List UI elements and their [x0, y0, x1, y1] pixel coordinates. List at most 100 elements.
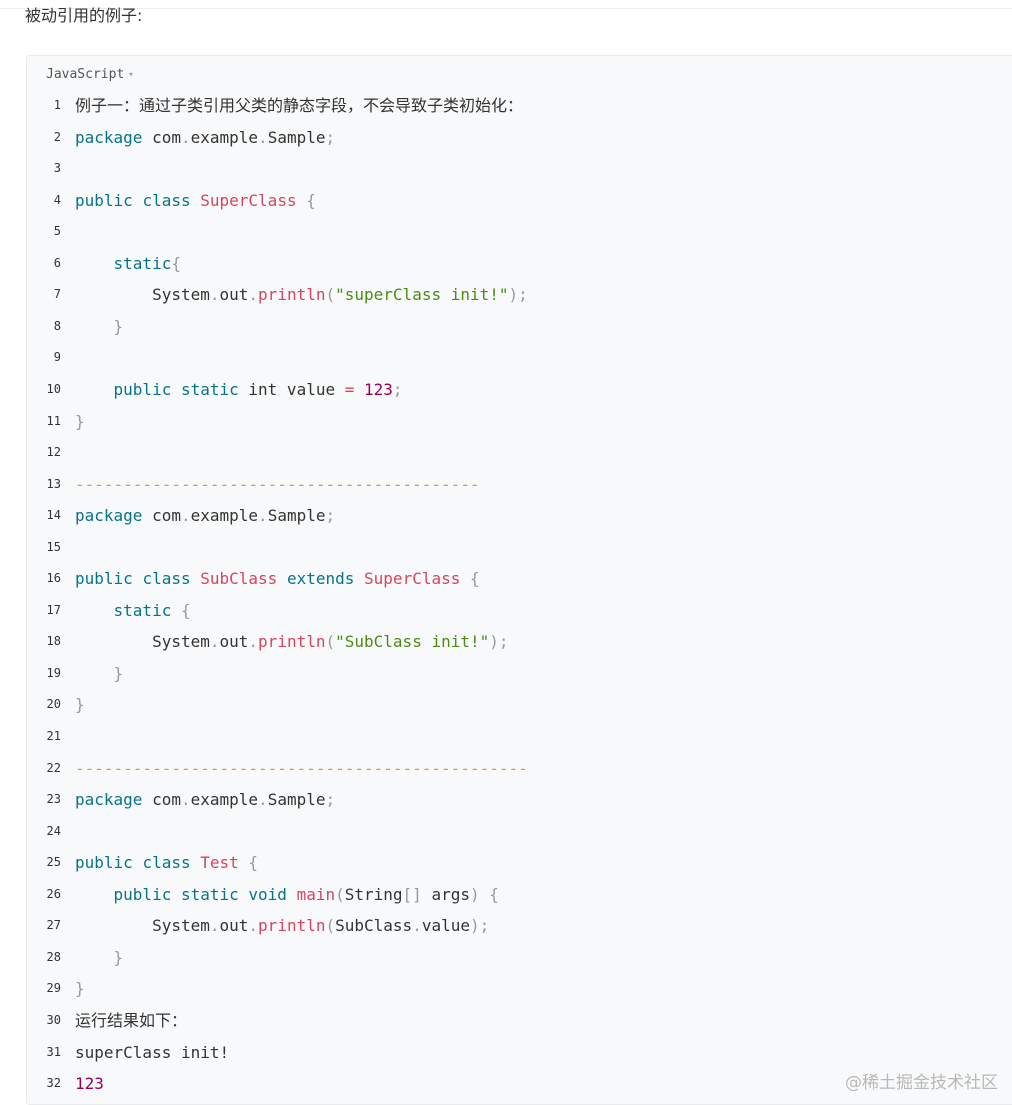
- code-token: .: [248, 916, 259, 936]
- code-token: SuperClass: [364, 569, 461, 589]
- code-token: }: [75, 979, 85, 999]
- line-number: 30: [46, 1012, 61, 1027]
- code-line: 4 public class SuperClass {: [27, 185, 987, 217]
- code-token: {: [470, 569, 480, 589]
- code-token: main: [296, 884, 336, 904]
- line-number: 28: [46, 949, 61, 964]
- code-token: public: [75, 190, 133, 210]
- line-number: 8: [53, 318, 61, 333]
- code-text: System.out.println(SubClass.value);: [75, 910, 489, 942]
- line-number: 32: [46, 1076, 61, 1091]
- line-number: 17: [46, 602, 61, 617]
- line-number: 18: [46, 634, 61, 649]
- code-token: package: [75, 790, 143, 810]
- code-token: package: [75, 127, 143, 147]
- code-token: com: [142, 127, 181, 147]
- code-token: package: [75, 506, 143, 526]
- code-token: static: [113, 600, 172, 620]
- line-number: 24: [46, 823, 61, 838]
- code-token: SubClass: [200, 569, 278, 589]
- code-token: );: [508, 285, 528, 305]
- line-number: 9: [53, 350, 61, 365]
- code-text: public class SuperClass {: [75, 185, 316, 217]
- code-line: 28 }: [27, 942, 987, 974]
- code-token: out: [219, 632, 249, 652]
- code-token: .: [180, 506, 191, 526]
- code-token: .: [248, 285, 259, 305]
- code-token: public: [75, 853, 133, 873]
- code-text: System.out.println("SubClass init!");: [75, 626, 508, 658]
- code-token: []: [402, 884, 422, 904]
- code-token: ;: [325, 506, 336, 526]
- code-token: {: [248, 853, 259, 873]
- code-token: class: [142, 853, 191, 873]
- code-token: "SubClass init!": [335, 632, 490, 652]
- code-token: ----------------------------------------…: [75, 474, 480, 494]
- code-token: 运行结果如下：: [75, 1010, 188, 1030]
- code-token: ;: [325, 790, 336, 810]
- language-selector[interactable]: JavaScript ▾: [46, 67, 134, 83]
- code-text: public class SubClass extends SuperClass…: [75, 563, 480, 595]
- code-line: 23 package com.example.Sample;: [27, 784, 987, 816]
- code-token: {: [171, 253, 181, 273]
- line-number: 2: [53, 129, 61, 144]
- code-token: public: [113, 379, 172, 399]
- code-token: println: [258, 916, 326, 936]
- code-block[interactable]: JavaScript ▾ 1 例子一：通过子类引用父类的静态字段，不会导致子类初始化…: [26, 55, 1012, 1105]
- code-token: void: [248, 884, 287, 904]
- code-text: 例子一：通过子类引用父类的静态字段，不会导致子类初始化：: [75, 90, 523, 122]
- code-text: ----------------------------------------…: [75, 753, 528, 785]
- code-line: 8 }: [27, 311, 987, 343]
- code-token: int value: [238, 379, 345, 399]
- code-text: package com.example.Sample;: [75, 784, 335, 816]
- code-text: package com.example.Sample;: [75, 122, 335, 154]
- code-token: static: [180, 884, 239, 904]
- line-number: 15: [46, 539, 61, 554]
- line-number: 26: [46, 886, 61, 901]
- top-divider: [0, 8, 1012, 9]
- code-line: 20}: [27, 689, 987, 721]
- code-token: Test: [200, 853, 239, 873]
- code-token: {: [489, 884, 499, 904]
- line-number: 4: [53, 192, 61, 207]
- line-number: 25: [46, 855, 61, 870]
- code-text: public static void main(String[] args) {: [75, 879, 499, 911]
- code-token: ;: [325, 127, 336, 147]
- code-token: static: [180, 379, 239, 399]
- line-number: 31: [46, 1044, 61, 1059]
- code-token: .: [258, 127, 268, 147]
- code-token: ): [469, 884, 480, 904]
- code-token: .: [209, 916, 220, 936]
- code-token: superClass init!: [75, 1042, 230, 1062]
- code-token: }: [113, 316, 124, 336]
- code-text: static {: [75, 595, 191, 627]
- language-label: JavaScript: [46, 67, 125, 82]
- code-text: package com.example.Sample;: [75, 500, 335, 532]
- code-token: {: [306, 190, 316, 210]
- code-text: }: [75, 973, 85, 1005]
- code-text: 123: [75, 1068, 104, 1100]
- code-token: .: [180, 127, 191, 147]
- code-token: out: [219, 916, 249, 936]
- code-token: example: [190, 127, 259, 147]
- code-text: public static int value = 123;: [75, 374, 403, 406]
- code-text: ----------------------------------------…: [75, 469, 480, 501]
- code-token: static: [113, 253, 172, 273]
- intro-text: 被动引用的例子:: [25, 6, 143, 25]
- code-line: 2 package com.example.Sample;: [27, 122, 987, 154]
- code-token: public: [75, 569, 133, 589]
- code-token: System: [75, 285, 210, 305]
